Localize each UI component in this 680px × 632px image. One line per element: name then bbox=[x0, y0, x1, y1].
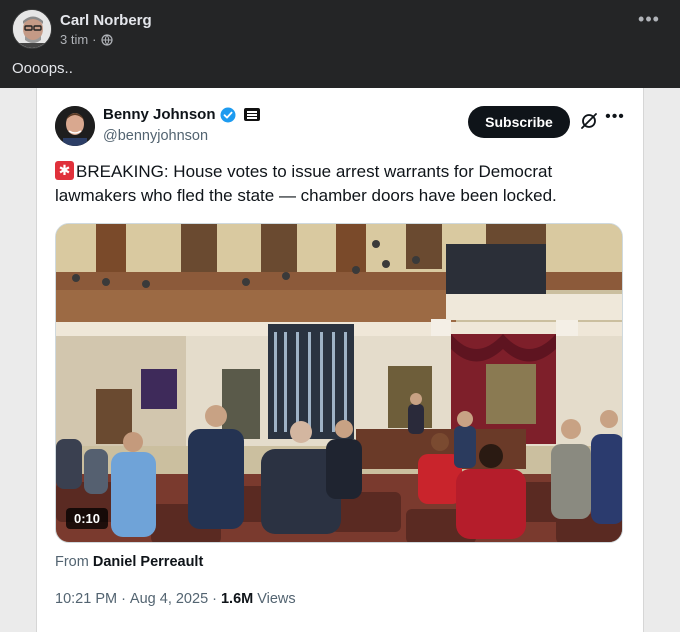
tweet-handle[interactable]: @bennyjohnson bbox=[103, 128, 208, 144]
from-name[interactable]: Daniel Perreault bbox=[93, 554, 203, 570]
post-time[interactable]: 3 tim bbox=[60, 32, 88, 47]
subscribe-button[interactable]: Subscribe bbox=[468, 106, 570, 138]
shared-tweet-card: Benny Johnson @bennyjohnson Subscribe ••… bbox=[0, 88, 680, 632]
globe-icon bbox=[100, 33, 113, 46]
tweet-views-count: 1.6M bbox=[220, 591, 254, 607]
tweet-author-avatar[interactable] bbox=[55, 106, 95, 146]
post-options-button[interactable]: ••• bbox=[638, 10, 660, 34]
tweet-timestamp: 10:21 PM · Aug 4, 2025 · 1.6M Views bbox=[55, 591, 296, 607]
tweet-name-row: Benny Johnson bbox=[103, 106, 260, 123]
video-attribution: From Daniel Perreault bbox=[55, 554, 203, 570]
stamp-dot-2: · bbox=[212, 591, 217, 607]
tweet-text: BREAKING: House votes to issue arrest wa… bbox=[55, 162, 557, 205]
tweet-text-block: BREAKING: House votes to issue arrest wa… bbox=[55, 160, 625, 208]
tweet-more-button[interactable]: ••• bbox=[605, 109, 625, 130]
affiliation-badge-icon[interactable] bbox=[243, 108, 260, 121]
tweet-display-name[interactable]: Benny Johnson bbox=[103, 106, 216, 123]
author-name[interactable]: Carl Norberg bbox=[60, 12, 152, 29]
tweet-date[interactable]: Aug 4, 2025 bbox=[130, 591, 208, 607]
stamp-dot-1: · bbox=[121, 591, 126, 607]
tweet-views-label: Views bbox=[257, 591, 296, 607]
verified-badge-icon bbox=[220, 107, 236, 122]
chamber-video-frame bbox=[56, 224, 622, 542]
post-meta: 3 tim · bbox=[60, 32, 113, 47]
facebook-post-header: Carl Norberg 3 tim · ••• Oooops.. bbox=[0, 0, 680, 88]
from-prefix: From bbox=[55, 554, 89, 570]
tweet-screenshot: Benny Johnson @bennyjohnson Subscribe ••… bbox=[36, 88, 644, 632]
grok-icon[interactable] bbox=[580, 112, 598, 130]
tweet-time[interactable]: 10:21 PM bbox=[55, 591, 117, 607]
author-avatar[interactable] bbox=[12, 9, 52, 49]
video-duration: 0:10 bbox=[66, 508, 109, 529]
meta-separator: · bbox=[92, 32, 97, 47]
tweet-video[interactable]: 0:10 bbox=[55, 223, 623, 543]
post-text: Oooops.. bbox=[12, 60, 73, 77]
siren-emoji-icon bbox=[55, 160, 74, 180]
